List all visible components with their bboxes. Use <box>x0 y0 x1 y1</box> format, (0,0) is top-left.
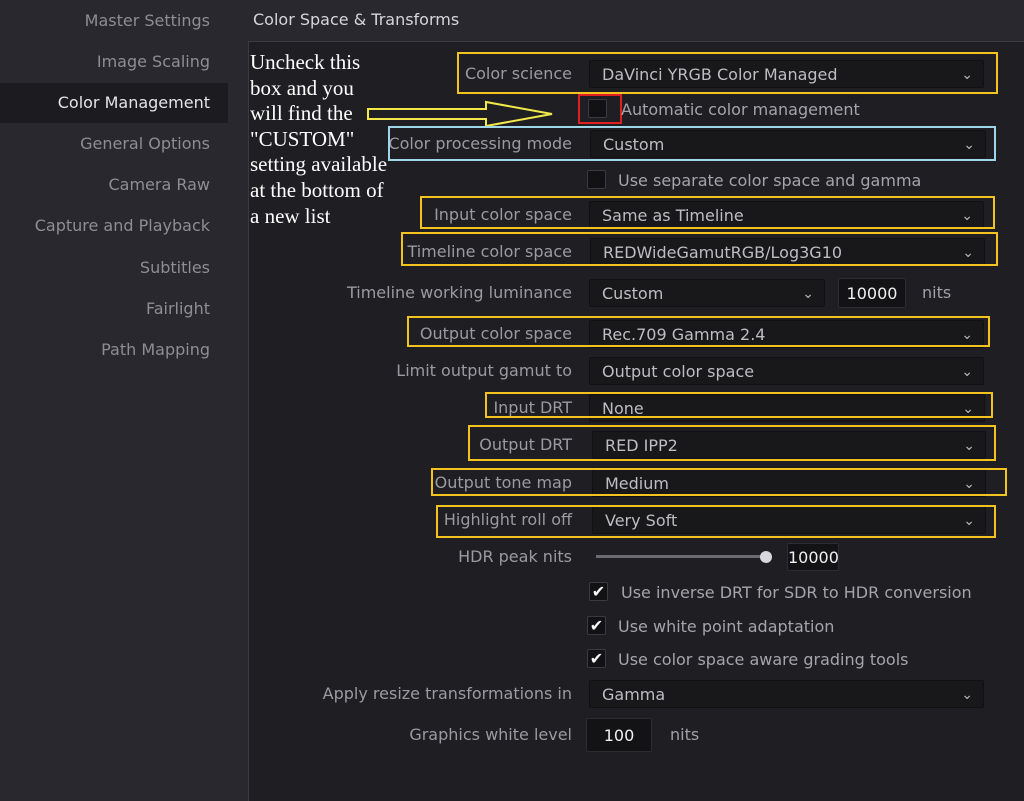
separate-space-label: Use separate color space and gamma <box>618 171 922 190</box>
working-luminance-value: Custom <box>602 284 664 303</box>
checkmark-icon: ✔ <box>589 616 604 635</box>
sidebar-item-master-settings[interactable]: Master Settings <box>85 3 210 39</box>
gfx-white-unit: nits <box>670 725 700 744</box>
sidebar-item-camera-raw[interactable]: Camera Raw <box>108 167 210 203</box>
resize-dropdown[interactable]: Gamma ⌄ <box>589 680 984 708</box>
annotation-arrow-icon <box>367 100 553 128</box>
checkmark-icon: ✔ <box>589 649 604 668</box>
resize-value: Gamma <box>602 685 666 704</box>
working-luminance-label: Timeline working luminance <box>346 283 572 302</box>
section-title: Color Space & Transforms <box>253 10 460 29</box>
highlight-auto-checkbox <box>578 94 622 124</box>
sidebar-item-capture-and-playback[interactable]: Capture and Playback <box>35 208 210 244</box>
sidebar-item-fairlight[interactable]: Fairlight <box>146 291 210 327</box>
limit-gamut-dropdown[interactable]: Output color space ⌄ <box>589 357 984 385</box>
limit-gamut-value: Output color space <box>602 362 755 381</box>
sidebar-item-general-options[interactable]: General Options <box>80 126 210 162</box>
aware-tools-label: Use color space aware grading tools <box>618 650 909 669</box>
sidebar-item-path-mapping[interactable]: Path Mapping <box>101 332 210 368</box>
sidebar-item-image-scaling[interactable]: Image Scaling <box>97 44 210 80</box>
highlight-color-science <box>457 52 998 94</box>
highlight-output-drt <box>468 425 996 461</box>
highlight-input-space <box>420 196 995 229</box>
white-point-checkbox[interactable]: ✔ <box>587 616 606 635</box>
inverse-drt-checkbox[interactable]: ✔ <box>589 582 608 601</box>
resize-label: Apply resize transformations in <box>322 684 572 703</box>
limit-gamut-label: Limit output gamut to <box>396 361 572 380</box>
separate-space-checkbox[interactable] <box>587 170 606 189</box>
working-luminance-nits-input[interactable]: 10000 <box>838 278 906 308</box>
white-point-label: Use white point adaptation <box>618 617 835 636</box>
highlight-input-drt <box>485 392 993 418</box>
auto-color-management-label: Automatic color management <box>621 100 860 119</box>
slider-thumb-icon[interactable] <box>760 551 772 563</box>
gfx-white-label: Graphics white level <box>409 725 572 744</box>
inverse-drt-label: Use inverse DRT for SDR to HDR conversio… <box>621 583 972 602</box>
sidebar-item-subtitles[interactable]: Subtitles <box>140 250 210 286</box>
highlight-processing-mode <box>388 126 996 161</box>
gfx-white-input[interactable]: 100 <box>586 718 652 752</box>
working-luminance-unit: nits <box>922 283 952 302</box>
annotation-note: Uncheck this box and you will find the "… <box>250 50 388 228</box>
chevron-down-icon: ⌄ <box>802 286 814 302</box>
chevron-down-icon: ⌄ <box>961 687 973 703</box>
checkmark-icon: ✔ <box>591 582 606 601</box>
settings-sidebar: Master Settings Image Scaling Color Mana… <box>0 0 228 800</box>
aware-tools-checkbox[interactable]: ✔ <box>587 649 606 668</box>
highlight-output-space <box>407 316 990 347</box>
hdr-peak-label: HDR peak nits <box>458 547 572 566</box>
working-luminance-dropdown[interactable]: Custom ⌄ <box>589 279 825 307</box>
hdr-peak-input[interactable]: 10000 <box>787 543 839 571</box>
highlight-timeline-space <box>401 232 998 266</box>
highlight-tone-map <box>431 468 1007 496</box>
chevron-down-icon: ⌄ <box>961 364 973 380</box>
highlight-rolloff <box>436 505 996 538</box>
hdr-peak-slider[interactable] <box>596 555 766 558</box>
sidebar-item-color-management[interactable]: Color Management <box>0 83 228 123</box>
